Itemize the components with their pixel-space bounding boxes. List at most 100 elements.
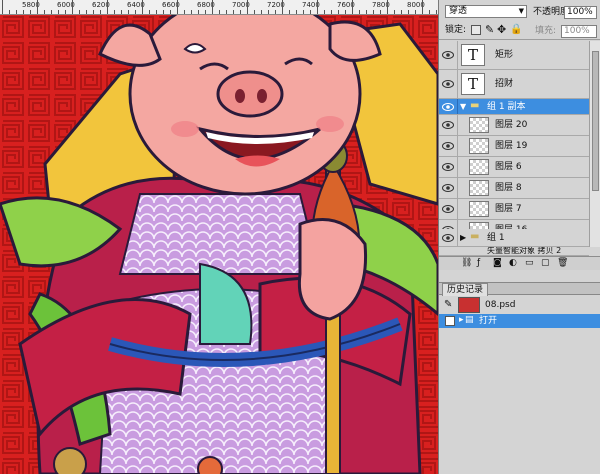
document-canvas[interactable]: 5800 6000 6200 6400 6600 6800 7000 7200 … [0, 0, 438, 474]
blend-mode-dropdown[interactable]: 穿透 ▼ [445, 5, 527, 18]
layer-row[interactable]: T 招财 [439, 70, 589, 99]
layer-row[interactable]: 图层 19 [439, 136, 589, 157]
lock-transparency-icon[interactable] [471, 25, 481, 35]
ruler-tick [331, 10, 332, 14]
link-layers-icon[interactable]: ⛓ [461, 257, 472, 270]
ruler-tick [177, 0, 178, 14]
horizontal-ruler: 5800 6000 6200 6400 6600 6800 7000 7200 … [0, 0, 438, 15]
ruler-tick [359, 10, 360, 14]
ruler-tick [135, 10, 136, 14]
blend-mode-row: 穿透 ▼ 不透明度: 100% [439, 3, 600, 21]
ruler-tick [338, 10, 339, 14]
history-brush-icon[interactable]: ✎ [444, 298, 452, 311]
layer-name: 图层 8 [495, 183, 522, 193]
new-group-icon[interactable]: ▭ [525, 257, 534, 270]
expand-arrow-icon[interactable]: ▼ [460, 101, 466, 113]
text-layer-thumbnail: T [461, 44, 485, 66]
layer-thumbnail [469, 180, 489, 196]
ruler-tick [198, 10, 199, 14]
ruler-tick [16, 10, 17, 14]
history-tab-bar: 历史记录 [439, 282, 600, 296]
ruler-tick [401, 10, 402, 14]
ruler-tick [37, 0, 38, 14]
layer-row[interactable]: T 矩形 [439, 41, 589, 70]
tab-history[interactable]: 历史记录 [442, 283, 489, 296]
ruler-tick [324, 10, 325, 14]
ruler-tick [163, 10, 164, 14]
snapshot-name: 08.psd [485, 300, 516, 310]
ruler-tick [23, 10, 24, 14]
layer-row[interactable]: 图层 8 [439, 178, 589, 199]
eye-icon[interactable] [442, 141, 454, 151]
adjustment-icon[interactable]: ◐ [509, 257, 517, 270]
ruler-tick [289, 10, 290, 14]
ruler-tick [191, 10, 192, 14]
layer-row[interactable]: 图层 20 [439, 115, 589, 136]
history-step-row[interactable]: ▸ ▤ 打开 [439, 314, 600, 328]
lock-all-icon[interactable]: 🔒 [510, 23, 522, 36]
layer-row[interactable]: ▼ ▬ 组 1 副本 [439, 99, 589, 115]
layer-name: 矢量智能对象 拷贝 2 [487, 247, 562, 255]
fill-input[interactable]: 100% [561, 25, 597, 38]
layer-name: 组 1 副本 [487, 102, 526, 112]
folder-icon: ▬ [470, 100, 480, 111]
eye-icon[interactable] [442, 183, 454, 193]
ruler-tick [268, 10, 269, 14]
ruler-tick [100, 10, 101, 14]
ruler-tick [436, 10, 437, 14]
lock-position-icon[interactable]: ✥ [497, 23, 506, 36]
lock-pixels-icon[interactable]: ✎ [485, 23, 494, 36]
ruler-tick [58, 10, 59, 14]
layer-row[interactable]: ▶ ▬ 组 1 [439, 229, 589, 247]
mask-icon[interactable]: ◙ [493, 257, 502, 270]
ruler-tick [212, 0, 213, 14]
layer-name: 图层 19 [495, 141, 528, 151]
eye-icon[interactable] [442, 204, 454, 214]
scrollbar-thumb[interactable] [592, 51, 599, 191]
ruler-tick [142, 0, 143, 14]
ruler-tick [394, 10, 395, 14]
layer-name: 图层 6 [495, 162, 522, 172]
eye-icon[interactable] [442, 120, 454, 130]
eye-icon[interactable] [442, 102, 454, 112]
history-snapshot-row[interactable]: ✎ 08.psd [439, 296, 600, 314]
layer-row[interactable]: 图层 7 [439, 199, 589, 220]
ruler-tick [184, 10, 185, 14]
text-layer-thumbnail: T [461, 73, 485, 95]
ruler-tick [282, 0, 283, 14]
ruler-tick [86, 10, 87, 14]
snapshot-thumbnail [458, 297, 480, 313]
ruler-tick [226, 10, 227, 14]
expand-arrow-icon[interactable]: ▶ [460, 232, 466, 244]
ruler-tick [373, 10, 374, 14]
ruler-tick [65, 10, 66, 14]
ruler-tick [44, 10, 45, 14]
ruler-tick [128, 10, 129, 14]
opacity-input[interactable]: 100% [564, 6, 597, 19]
layers-scrollbar[interactable] [589, 41, 600, 247]
history-step-label: 打开 [479, 316, 498, 326]
layer-thumbnail [469, 117, 489, 133]
blend-mode-value: 穿透 [449, 6, 468, 16]
lock-row: 锁定: ✎ ✥ 🔒 填充: 100% [439, 22, 600, 40]
fx-icon[interactable]: ƒ [477, 257, 480, 270]
trash-icon[interactable]: 🗑 [557, 257, 568, 270]
eye-icon[interactable] [442, 233, 454, 243]
ruler-tick [366, 10, 367, 14]
eye-icon[interactable] [442, 50, 454, 60]
eye-icon[interactable] [442, 79, 454, 89]
ruler-tick [107, 0, 108, 14]
new-layer-icon[interactable]: ▢ [541, 257, 550, 270]
ruler-tick [219, 10, 220, 14]
layer-thumbnail [469, 138, 489, 154]
eye-icon[interactable] [442, 162, 454, 172]
ruler-tick [72, 0, 73, 14]
layer-name: 矩形 [495, 50, 514, 60]
ruler-tick [93, 10, 94, 14]
layer-row[interactable]: 图层 6 [439, 157, 589, 178]
history-source-checkbox[interactable] [445, 316, 455, 326]
ruler-tick [303, 10, 304, 14]
ruler-tick [247, 0, 248, 14]
layer-row[interactable]: 矢量智能对象 拷贝 2 [439, 247, 589, 256]
ruler-tick [345, 10, 346, 14]
